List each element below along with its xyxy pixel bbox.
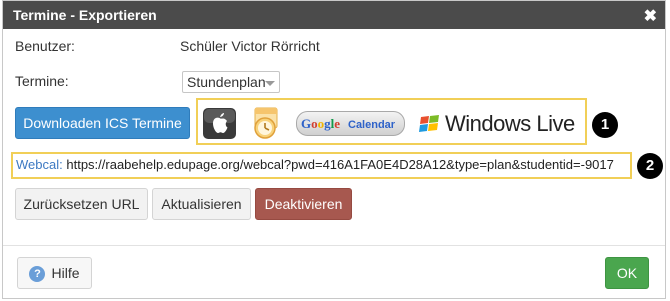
- footer-divider: [3, 245, 665, 246]
- callout-2: 2: [637, 153, 663, 179]
- apple-icon[interactable]: [203, 108, 236, 139]
- termine-label: Termine:: [15, 73, 69, 89]
- help-label: Hilfe: [51, 265, 80, 281]
- refresh-button[interactable]: Aktualisieren: [152, 188, 251, 220]
- webcal-label: Webcal:: [16, 157, 63, 172]
- chevron-down-icon: [265, 81, 275, 86]
- termine-select[interactable]: Stundenplan: [182, 71, 280, 93]
- windows-live-label: Windows Live: [445, 111, 575, 136]
- dialog-title: Termine - Exportieren: [13, 7, 157, 23]
- outlook-icon[interactable]: [249, 106, 283, 140]
- webcal-row: Webcal: https://raabehelp.edupage.org/we…: [16, 157, 614, 172]
- download-ics-button[interactable]: Downloaden ICS Termine: [15, 107, 190, 139]
- title-bar: Termine - Exportieren ✖: [3, 1, 665, 29]
- callout-1: 1: [592, 112, 618, 138]
- deactivate-button[interactable]: Deaktivieren: [255, 188, 352, 220]
- close-icon[interactable]: ✖: [644, 6, 657, 26]
- windows-flag-icon: [419, 115, 439, 132]
- reset-url-button[interactable]: Zurücksetzen URL: [15, 188, 148, 220]
- google-label: Google: [301, 116, 340, 131]
- google-calendar-icon[interactable]: Google Calendar: [296, 111, 405, 136]
- user-value: Schüler Victor Rörricht: [180, 38, 320, 54]
- webcal-url[interactable]: https://raabehelp.edupage.org/webcal?pwd…: [66, 157, 614, 172]
- help-button[interactable]: ? Hilfe: [17, 257, 92, 289]
- export-dialog: Termine - Exportieren ✖ Benutzer: Schüle…: [2, 0, 666, 299]
- help-icon: ?: [29, 266, 46, 283]
- user-label: Benutzer:: [15, 38, 75, 54]
- calendar-label: Calendar: [348, 119, 396, 131]
- windows-live-icon[interactable]: Windows Live: [417, 111, 585, 137]
- ok-button[interactable]: OK: [605, 257, 649, 289]
- termine-selected-value: Stundenplan: [187, 74, 266, 90]
